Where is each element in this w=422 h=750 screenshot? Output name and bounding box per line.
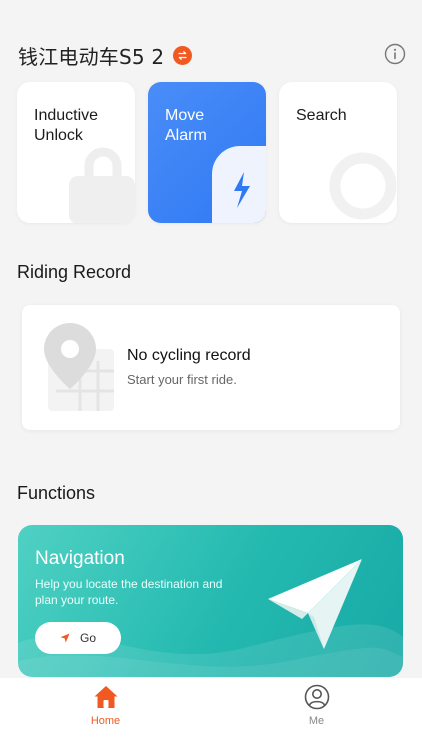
inductive-unlock-label: Inductive Unlock — [34, 107, 99, 144]
navigation-description: Help you locate the destination and plan… — [35, 577, 223, 607]
navigation-arrow-icon — [60, 633, 70, 643]
tab-home-label: Home — [90, 715, 121, 727]
home-icon — [94, 686, 117, 708]
quick-actions: Inductive Unlock Move Alarm Search — [17, 82, 398, 223]
header: 钱江电动车S5 2 — [18, 40, 406, 70]
bottom-tab-bar: Home Me — [0, 678, 422, 750]
tab-me-label: Me — [308, 715, 325, 727]
lightning-icon — [212, 146, 266, 223]
go-button-label: Go — [79, 631, 96, 645]
riding-record-title: Riding Record — [17, 262, 132, 282]
search-card[interactable]: Search — [279, 82, 397, 223]
navigation-card[interactable]: Navigation Help you locate the destinati… — [18, 525, 403, 677]
empty-record-subtitle: Start your first ride. — [127, 372, 237, 387]
map-pin-icon — [44, 323, 114, 411]
tab-me[interactable]: Me — [211, 678, 422, 750]
navigation-title: Navigation — [35, 548, 125, 569]
paper-plane-icon — [268, 559, 362, 649]
go-button[interactable]: Go — [35, 622, 121, 654]
search-ring-icon — [329, 152, 397, 220]
move-alarm-label: Move Alarm — [165, 107, 207, 144]
riding-record-card[interactable]: No cycling record Start your first ride. — [22, 305, 400, 430]
user-icon — [304, 684, 329, 710]
vehicle-title[interactable]: 钱江电动车S5 2 — [18, 41, 164, 70]
switch-vehicle-icon[interactable] — [173, 45, 193, 65]
move-alarm-card[interactable]: Move Alarm — [148, 82, 266, 223]
info-icon[interactable] — [384, 43, 406, 65]
inductive-unlock-card[interactable]: Inductive Unlock — [17, 82, 135, 223]
search-label: Search — [296, 107, 347, 124]
empty-record-title: No cycling record — [127, 347, 251, 364]
functions-title: Functions — [17, 483, 96, 503]
tab-home[interactable]: Home — [0, 678, 211, 750]
lock-icon — [69, 147, 135, 223]
